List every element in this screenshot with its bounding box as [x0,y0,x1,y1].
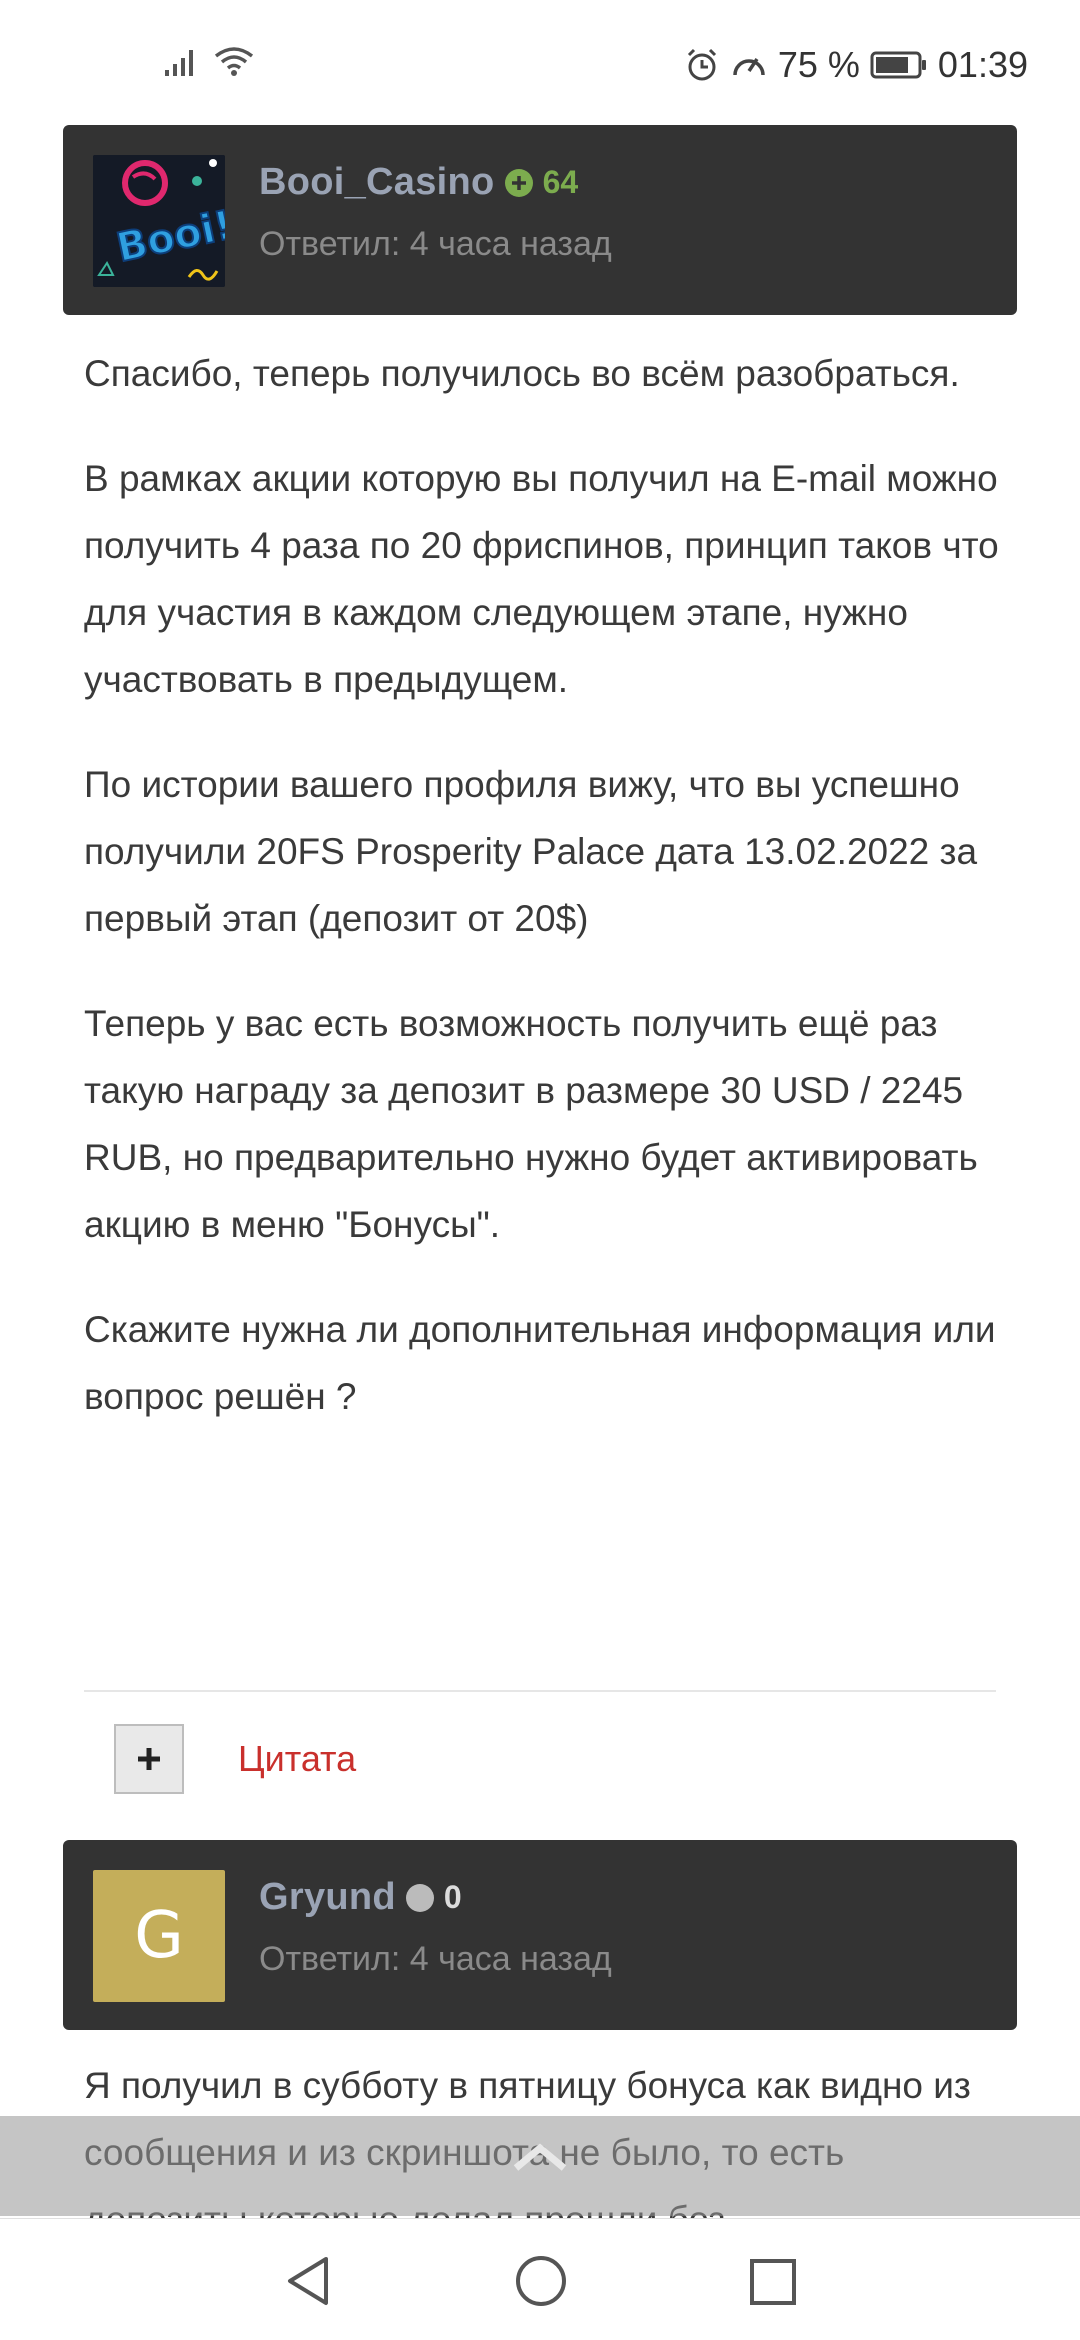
post-paragraph: Спасибо, теперь получилось во всём разоб… [84,353,960,394]
wifi-icon [213,46,255,78]
post-paragraph: Теперь у вас есть возможность получить е… [84,1003,978,1245]
reply-time: Ответил: 4 часа назад [259,1940,612,1978]
avatar[interactable]: G [93,1870,225,2002]
post-actions: Цитата [114,1724,356,1794]
home-circle-icon [516,2256,566,2306]
multiquote-button[interactable] [114,1724,184,1794]
data-saver-icon [730,47,768,83]
post-body: Спасибо, теперь получилось во всём разоб… [84,340,1014,1468]
reputation-count: 0 [443,1879,462,1915]
scroll-to-top-button[interactable] [510,2142,570,2177]
clock: 01:39 [937,44,1028,85]
back-triangle-icon [288,2257,328,2305]
alarm-icon [684,47,720,83]
quote-link[interactable]: Цитата [238,1738,356,1780]
system-nav-bar [0,2218,1080,2340]
chevron-up-icon [513,2143,567,2171]
username[interactable]: Gryund [259,1876,396,1919]
battery-percent: 75 % [777,44,860,85]
post-header: G Gryund 0 Ответил: 4 часа назад [63,1840,1017,2030]
avatar[interactable]: Booi! [93,155,225,287]
post-paragraph: По истории вашего профиля вижу, что вы у… [84,764,978,939]
nav-back-button[interactable] [282,2253,334,2314]
post-paragraph: В рамках акции которую вы получил на E-m… [84,458,999,700]
post-header: Booi! Booi_Casino 64 Ответил: 4 часа наз… [63,125,1017,315]
status-bar: 75 % 01:39 [0,0,1080,124]
reputation-neutral-icon [405,1883,434,1912]
battery-icon [870,50,928,80]
recent-square-icon [750,2259,796,2305]
username[interactable]: Booi_Casino [259,161,495,204]
reputation-count: 64 [542,164,579,200]
nav-home-button[interactable] [514,2253,568,2314]
signal-icon [163,46,199,78]
post-paragraph: Скажите нужна ли дополнительная информац… [84,1309,996,1417]
nav-recent-button[interactable] [746,2253,800,2314]
booi-logo-icon: Booi! [93,155,225,287]
reputation-plus-icon [504,168,533,197]
post-divider [84,1690,996,1692]
plus-icon [138,1748,160,1770]
reply-time: Ответил: 4 часа назад [259,225,612,263]
